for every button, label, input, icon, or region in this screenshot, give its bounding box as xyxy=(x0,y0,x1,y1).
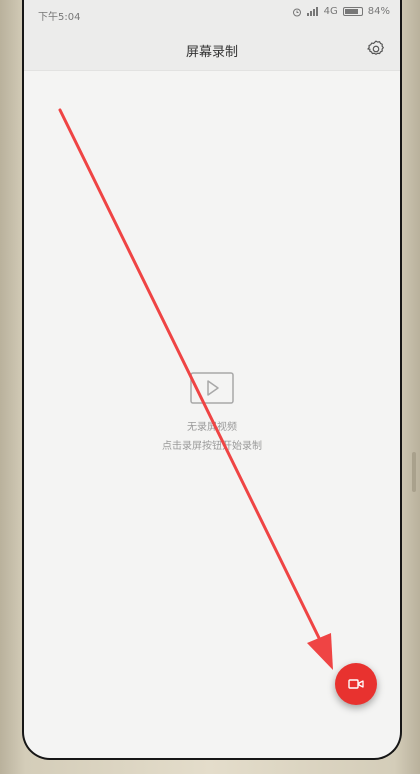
network-type: 4G xyxy=(323,6,338,17)
gear-icon[interactable] xyxy=(366,39,386,59)
battery-level-fill xyxy=(344,9,359,14)
battery-percent: 84% xyxy=(367,6,390,17)
phone-side-button xyxy=(412,452,416,492)
alarm-icon xyxy=(292,8,301,16)
phone-frame: 下午5:04 4G 84% 屏幕录制 无录屏视频 点击录屏按钮开始录制 xyxy=(0,0,420,774)
phone-screen: 下午5:04 4G 84% 屏幕录制 无录屏视频 点击录屏按钮开始录制 xyxy=(22,0,402,760)
video-camera-icon xyxy=(348,679,364,689)
empty-state-hint: 点击录屏按钮开始录制 xyxy=(162,441,262,452)
status-icons: 4G 84% xyxy=(292,6,390,17)
status-bar: 下午5:04 4G 84% xyxy=(24,0,400,28)
record-button[interactable] xyxy=(335,663,377,705)
signal-icon xyxy=(306,7,318,16)
video-play-icon xyxy=(190,372,234,404)
empty-state: 无录屏视频 点击录屏按钮开始录制 xyxy=(24,372,400,452)
page-title: 屏幕录制 xyxy=(185,45,238,60)
app-header: 屏幕录制 xyxy=(24,28,400,71)
status-time: 下午5:04 xyxy=(38,12,81,23)
battery-icon xyxy=(342,7,363,16)
empty-state-title: 无录屏视频 xyxy=(187,422,237,433)
